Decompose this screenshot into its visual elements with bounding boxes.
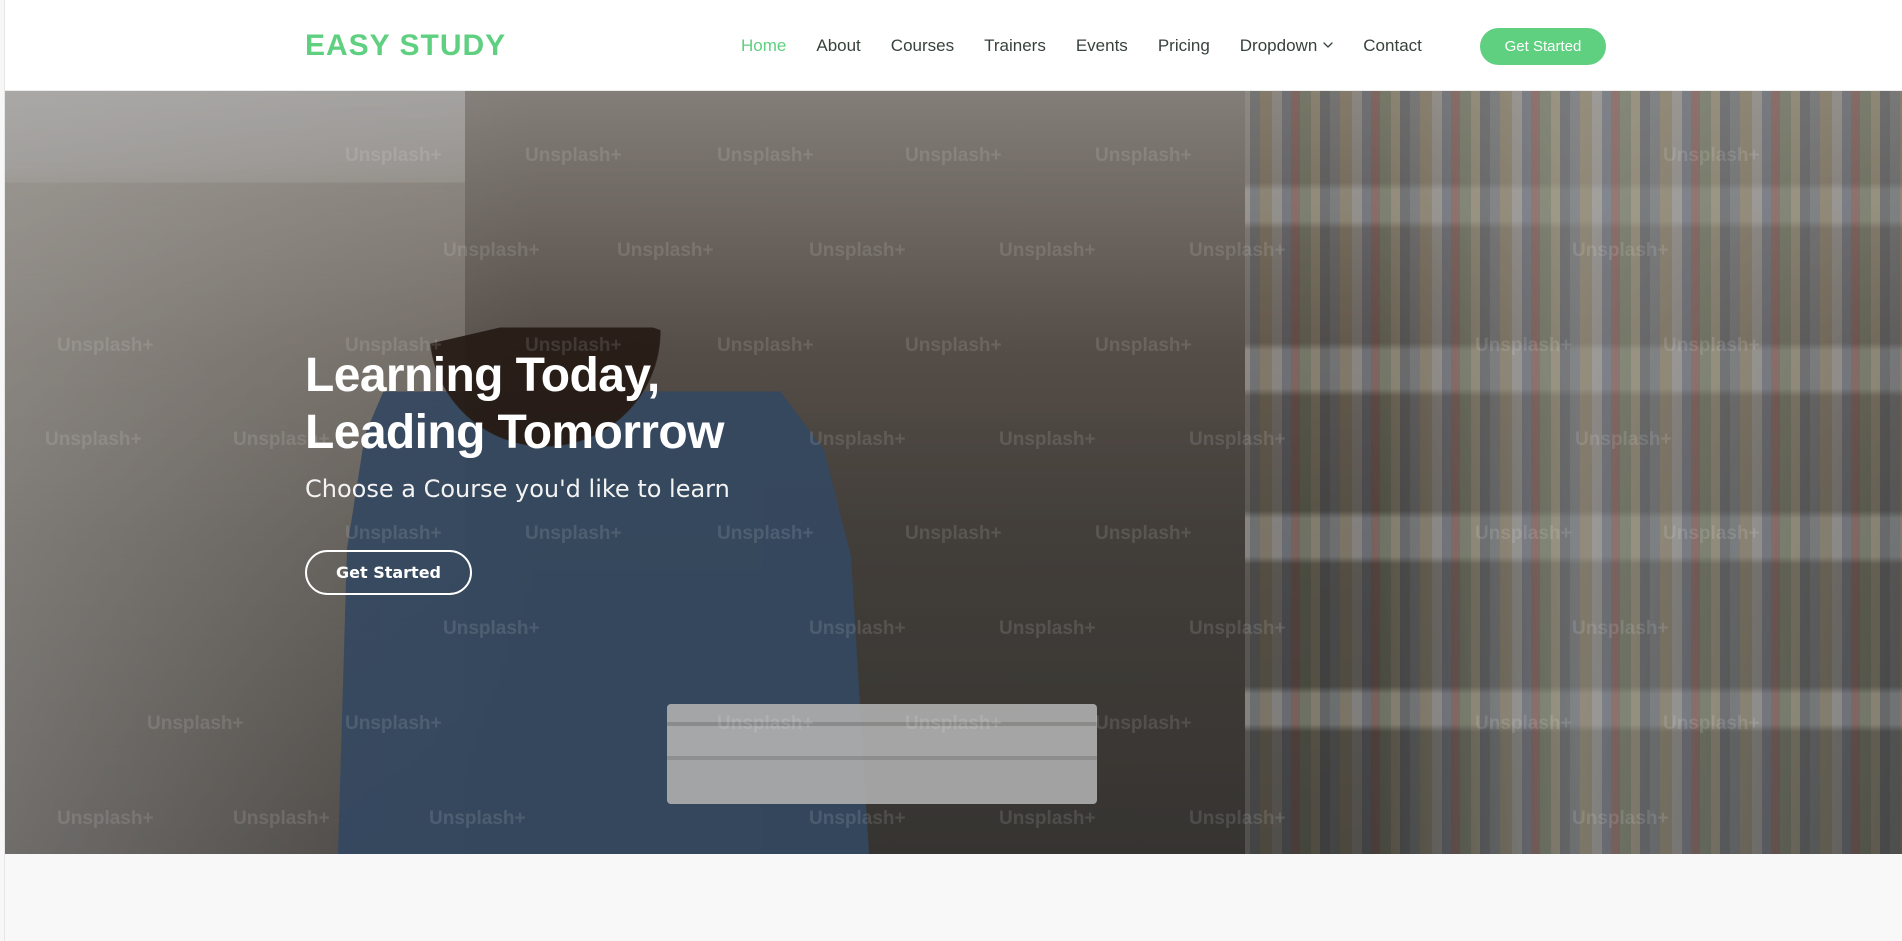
hero-banner: Unsplash+ Unsplash+ Unsplash+ Unsplash+ … bbox=[5, 91, 1902, 854]
nav-item-pricing[interactable]: Pricing bbox=[1158, 35, 1210, 57]
nav-item-events[interactable]: Events bbox=[1076, 35, 1128, 57]
hero-title-line-1: Learning Today, bbox=[305, 349, 660, 402]
nav-item-dropdown[interactable]: Dropdown bbox=[1240, 35, 1334, 57]
nav-item-home[interactable]: Home bbox=[741, 35, 786, 57]
nav-item-about[interactable]: About bbox=[816, 35, 860, 57]
content-area bbox=[5, 854, 1902, 941]
nav-dropdown-label: Dropdown bbox=[1239, 36, 1318, 55]
chevron-down-icon bbox=[1323, 40, 1333, 50]
nav-item-contact[interactable]: Contact bbox=[1363, 35, 1422, 57]
nav-item-trainers[interactable]: Trainers bbox=[984, 35, 1046, 57]
site-logo[interactable]: EASY STUDY bbox=[305, 28, 506, 64]
page-frame: EASY STUDY Home About Courses Trainers E… bbox=[4, 0, 1902, 941]
hero-title-line-2: Leading Tomorrow bbox=[305, 406, 724, 459]
hero-title: Learning Today, Leading Tomorrow bbox=[305, 347, 865, 461]
header-get-started-button[interactable]: Get Started bbox=[1480, 28, 1606, 65]
hero-subtitle: Choose a Course you'd like to learn bbox=[305, 475, 730, 503]
hero-content: Learning Today, Leading Tomorrow Choose … bbox=[305, 347, 865, 595]
site-header: EASY STUDY Home About Courses Trainers E… bbox=[5, 0, 1902, 91]
main-nav: Home About Courses Trainers Events Prici… bbox=[741, 35, 1422, 57]
hero-overlay bbox=[5, 91, 1902, 854]
hero-get-started-button[interactable]: Get Started bbox=[305, 550, 472, 595]
nav-item-courses[interactable]: Courses bbox=[891, 35, 954, 57]
